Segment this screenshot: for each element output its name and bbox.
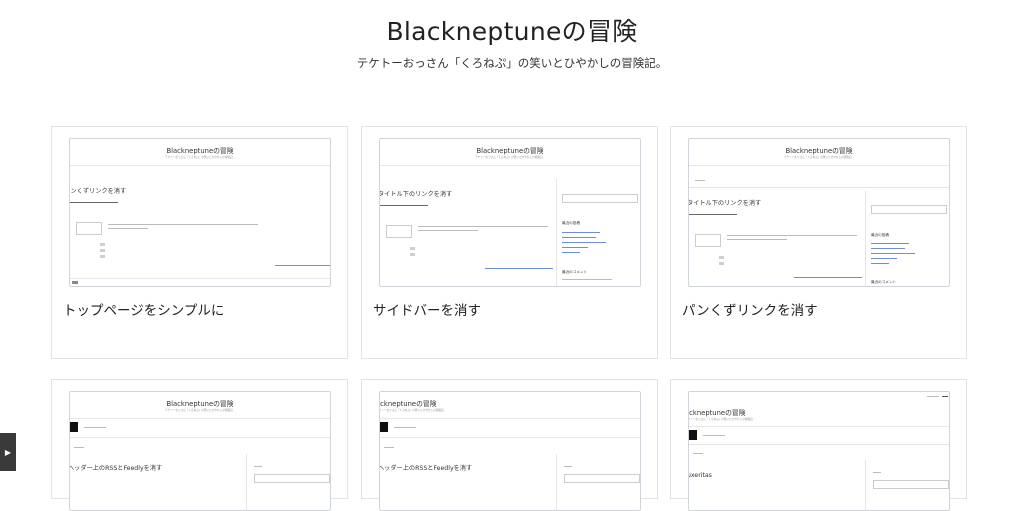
thumbnail-post-title: ヘッダー上のRSSとFeedlyを消す xyxy=(69,465,163,472)
play-icon: ▶ xyxy=(4,447,12,457)
thumbnail-site-title: ackneptuneの冒険 xyxy=(379,400,437,408)
post-thumbnail[interactable]: Blackneptuneの冒険 テケトーおっさん「くろねぷ」の笑いとひやかしの冒… xyxy=(69,138,331,287)
thumbnail-site-title: ackneptuneの冒険 xyxy=(688,409,746,417)
thumbnail-sidebar-heading-comments: 最近のコメント xyxy=(562,270,588,274)
site-description: テケトーおっさん「くろねぷ」の笑いとひやかしの冒険記。 xyxy=(356,56,668,70)
post-card[interactable]: Blackneptuneの冒険 テケトーおっさん「くろねぷ」の笑いとひやかしの冒… xyxy=(670,126,967,359)
thumbnail-site-description: テケトーおっさん「くろねぷ」の笑いとひやかしの冒険記。 xyxy=(474,156,546,159)
thumbnail-site-title: Blackneptuneの冒険 xyxy=(166,400,234,408)
post-card[interactable]: Blackneptuneの冒険 テケトーおっさん「くろねぷ」の笑いとひやかしの冒… xyxy=(361,126,658,359)
thumbnail-sidebar-heading: 最近の投稿 xyxy=(562,221,580,225)
thumbnail-site-description: テケトーおっさん「くろねぷ」の笑いとひやかしの冒険記。 xyxy=(783,156,855,159)
post-title[interactable]: トップページをシンプルに xyxy=(63,299,224,319)
thumbnail-post-title: uxeritas xyxy=(688,472,712,479)
post-card[interactable]: ackneptuneの冒険 テケトーおっさん「くろねぷ」の笑いとひやかしの冒険記… xyxy=(361,379,658,511)
thumbnail-post-title: タイトル下のリンクを消す xyxy=(379,191,453,198)
thumbnail-site-description: テケトーおっさん「くろねぷ」の笑いとひやかしの冒険記。 xyxy=(164,409,236,412)
thumbnail-site-title: Blackneptuneの冒険 xyxy=(476,147,544,155)
post-title[interactable]: パンくずリンクを消す xyxy=(682,299,818,319)
thumbnail-post-title: パンくずリンクを消す xyxy=(69,188,127,195)
thumbnail-sidebar-heading-comments: 最近のコメント xyxy=(871,280,897,284)
thumbnail-site-title: Blackneptuneの冒険 xyxy=(166,147,234,155)
post-title[interactable]: サイドバーを消す xyxy=(373,299,481,319)
thumbnail-site-description: テケトーおっさん「くろねぷ」の笑いとひやかしの冒険記。 xyxy=(379,409,447,412)
thumbnail-post-title: ヘッダー上のRSSとFeedlyを消す xyxy=(379,465,473,472)
post-thumbnail[interactable]: Blackneptuneの冒険 テケトーおっさん「くろねぷ」の笑いとひやかしの冒… xyxy=(69,391,331,511)
thumbnail-site-title: Blackneptuneの冒険 xyxy=(785,147,853,155)
post-card[interactable]: Blackneptuneの冒険 テケトーおっさん「くろねぷ」の笑いとひやかしの冒… xyxy=(51,126,348,359)
thumbnail-sidebar-heading: 最近の投稿 xyxy=(871,233,889,237)
post-thumbnail[interactable]: ackneptuneの冒険 テケトーおっさん「くろねぷ」の笑いとひやかしの冒険記… xyxy=(688,391,950,511)
post-thumbnail[interactable]: Blackneptuneの冒険 テケトーおっさん「くろねぷ」の笑いとひやかしの冒… xyxy=(379,138,641,287)
thumbnail-site-description: テケトーおっさん「くろねぷ」の笑いとひやかしの冒険記。 xyxy=(688,418,756,421)
sidebar-toggle-button[interactable]: ▶ xyxy=(0,433,16,471)
thumbnail-post-title: タイトル下のリンクを消す xyxy=(688,200,762,207)
post-card[interactable]: ackneptuneの冒険 テケトーおっさん「くろねぷ」の笑いとひやかしの冒険記… xyxy=(670,379,967,511)
post-thumbnail[interactable]: ackneptuneの冒険 テケトーおっさん「くろねぷ」の笑いとひやかしの冒険記… xyxy=(379,391,641,511)
site-title[interactable]: Blackneptuneの冒険 xyxy=(0,12,1024,48)
thumbnail-site-description: テケトーおっさん「くろねぷ」の笑いとひやかしの冒険記。 xyxy=(164,156,236,159)
post-card[interactable]: Blackneptuneの冒険 テケトーおっさん「くろねぷ」の笑いとひやかしの冒… xyxy=(51,379,348,511)
post-thumbnail[interactable]: Blackneptuneの冒険 テケトーおっさん「くろねぷ」の笑いとひやかしの冒… xyxy=(688,138,950,287)
